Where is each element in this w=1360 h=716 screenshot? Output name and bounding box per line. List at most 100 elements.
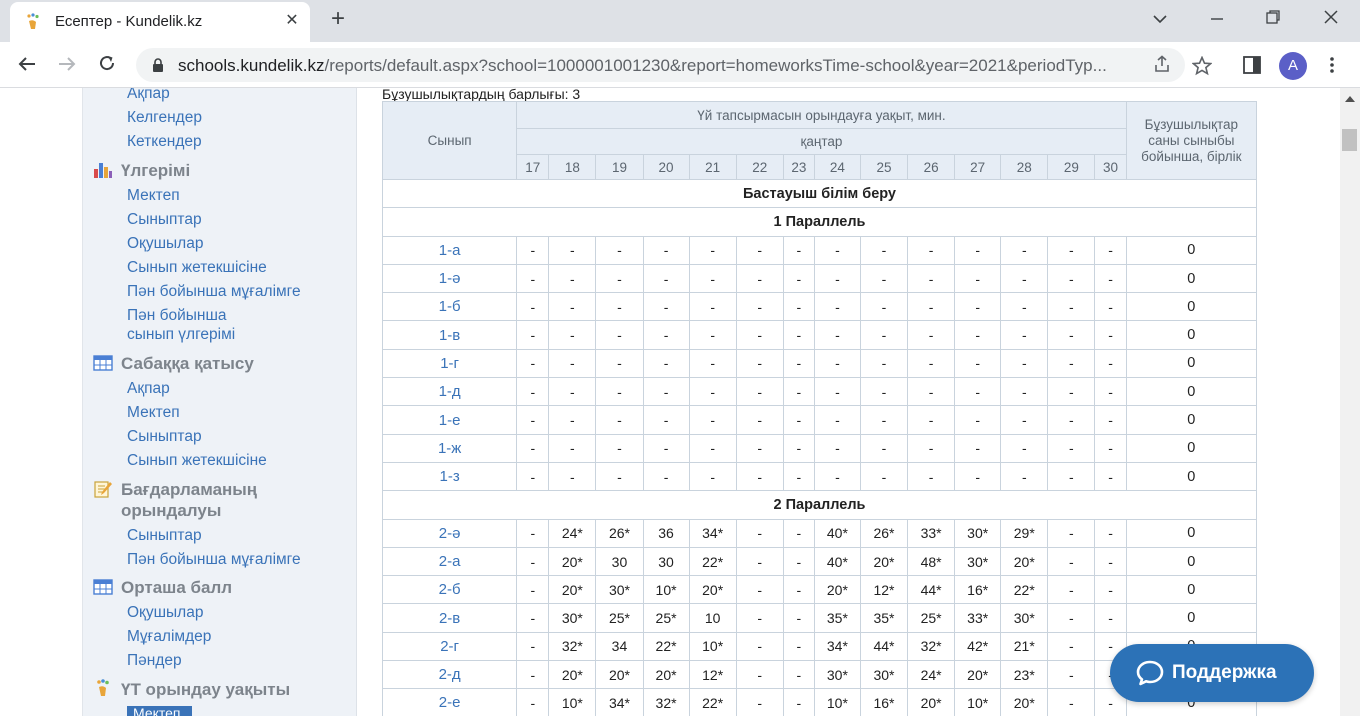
back-icon[interactable] xyxy=(13,51,41,79)
sidebar-link-avg-students[interactable]: Оқушылар xyxy=(127,603,203,623)
sidebar-link-classes[interactable]: Сыныптар xyxy=(127,210,202,230)
violations-count-cell: 0 xyxy=(1125,405,1258,435)
sidebar-link-curriculum-subject-teacher[interactable]: Пән бойынша мұғалімге xyxy=(127,550,301,570)
class-link[interactable]: 1-з xyxy=(381,461,518,492)
maximize-button[interactable] xyxy=(1253,6,1293,34)
time-cell: - xyxy=(516,631,550,662)
time-cell: - xyxy=(813,405,861,435)
class-link[interactable]: 1-ж xyxy=(381,433,518,463)
time-cell: 26* xyxy=(595,518,644,548)
tab-title: Есептер - Kundelik.kz xyxy=(55,13,203,30)
time-cell: - xyxy=(1047,235,1096,265)
class-link[interactable]: 2-г xyxy=(381,631,518,662)
tab-close-icon[interactable]: ✕ xyxy=(282,11,302,31)
sidebar-link-left[interactable]: Кеткендер xyxy=(127,132,202,152)
sidebar-link-subject-teacher[interactable]: Пән бойынша мұғалімге xyxy=(127,282,301,302)
class-link[interactable]: 2-ә xyxy=(381,518,518,548)
scroll-up-arrow-icon[interactable] xyxy=(1345,96,1355,102)
class-link[interactable]: 2-б xyxy=(381,575,518,605)
new-tab-button[interactable]: + xyxy=(326,7,350,32)
time-cell: - xyxy=(548,377,597,407)
parallel-heading: 2 Параллель xyxy=(382,490,1257,520)
scroll-thumb[interactable] xyxy=(1342,129,1357,151)
address-bar[interactable]: schools.kundelik.kz/reports/default.aspx… xyxy=(136,48,1185,82)
minimize-button[interactable] xyxy=(1197,6,1237,34)
time-cell: - xyxy=(782,660,815,690)
class-link[interactable]: 1-е xyxy=(381,405,518,435)
class-link[interactable]: 1-а xyxy=(381,235,518,265)
time-cell: - xyxy=(735,433,784,463)
time-cell: - xyxy=(954,461,1002,492)
violations-summary: Бұзушылықтардың барлығы: 3 xyxy=(382,88,581,102)
time-cell: - xyxy=(782,461,815,492)
time-cell: 10* xyxy=(954,688,1002,716)
sidebar-link-attendance-school[interactable]: Мектеп xyxy=(127,403,180,423)
time-cell: - xyxy=(859,263,909,294)
sidebar-link-avg-subjects[interactable]: Пәндер xyxy=(127,651,182,671)
sidebar-link-avg-teachers[interactable]: Мұғалімдер xyxy=(127,627,211,647)
sidebar-link-attendance-classes[interactable]: Сыныптар xyxy=(127,427,202,447)
time-cell: 29* xyxy=(1000,518,1049,548)
page-scrollbar[interactable] xyxy=(1340,88,1360,716)
support-chat-button[interactable]: Поддержка xyxy=(1110,644,1314,702)
chat-bubble-icon xyxy=(1136,660,1164,686)
time-cell: - xyxy=(642,405,690,435)
support-label: Поддержка xyxy=(1172,662,1277,683)
close-window-button[interactable] xyxy=(1311,6,1351,34)
time-cell: - xyxy=(735,575,784,605)
sidebar-link-students[interactable]: Оқушылар xyxy=(127,234,203,254)
menu-icon[interactable] xyxy=(1322,56,1342,76)
url-text[interactable]: schools.kundelik.kz/reports/default.aspx… xyxy=(178,56,1138,76)
browser-tab[interactable]: Есептер - Kundelik.kz ✕ xyxy=(10,2,310,42)
sidepanel-icon[interactable] xyxy=(1242,56,1262,76)
sidebar-link-subject-class-performance[interactable]: Пән бойынша xyxy=(127,306,227,326)
class-link[interactable]: 1-г xyxy=(381,348,518,379)
class-link[interactable]: 1-б xyxy=(381,292,518,322)
violations-count-cell: 0 xyxy=(1125,461,1258,492)
time-cell: - xyxy=(1000,348,1049,379)
time-cell: - xyxy=(516,235,550,265)
sidebar-link-subject-class-performance-line2[interactable]: сынып үлгерімі xyxy=(127,325,235,345)
time-header: Үй тапсырмасын орындауға уақыт, мин. xyxy=(516,101,1127,129)
tab-search-chevron-icon[interactable] xyxy=(1140,6,1180,34)
class-link[interactable]: 2-а xyxy=(381,546,518,577)
class-link[interactable]: 2-в xyxy=(381,603,518,633)
class-link[interactable]: 1-д xyxy=(381,377,518,407)
reload-icon[interactable] xyxy=(93,51,121,79)
time-cell: - xyxy=(516,320,550,350)
sidebar-link-homework-time-school-active[interactable]: Мектеп xyxy=(127,706,192,716)
table-row: 2-ә -24* 26* 36 34* - -40* 26* 33* 30* 29* - -0 xyxy=(381,518,1258,548)
sidebar-link-class-teacher[interactable]: Сынып жетекшісіне xyxy=(127,258,267,278)
star-icon[interactable] xyxy=(1191,55,1213,76)
time-cell: - xyxy=(859,405,909,435)
time-cell: - xyxy=(954,320,1002,350)
class-link[interactable]: 2-е xyxy=(381,688,518,716)
sidebar-link-attendance-class-teacher[interactable]: Сынып жетекшісіне xyxy=(127,451,267,471)
time-cell: - xyxy=(907,377,956,407)
sidebar-link-curriculum-classes[interactable]: Сыныптар xyxy=(127,526,202,546)
time-cell: - xyxy=(642,433,690,463)
share-icon[interactable] xyxy=(1152,55,1172,75)
month-header: қаңтар xyxy=(516,128,1127,155)
sidebar-link-attendance-info[interactable]: Ақпар xyxy=(127,379,170,399)
class-link[interactable]: 1-ә xyxy=(381,263,518,294)
class-link[interactable]: 1-в xyxy=(381,320,518,350)
sidebar-link-arrived[interactable]: Келгендер xyxy=(127,108,202,128)
sidebar-link-school[interactable]: Мектеп xyxy=(127,186,180,206)
time-cell: - xyxy=(954,433,1002,463)
time-cell: - xyxy=(595,377,644,407)
time-cell: 16* xyxy=(859,688,909,716)
sidebar-link-info[interactable]: Ақпар xyxy=(127,88,170,104)
time-cell: - xyxy=(782,263,815,294)
time-cell: 30* xyxy=(595,575,644,605)
profile-avatar[interactable]: A xyxy=(1279,52,1307,80)
time-cell: - xyxy=(1047,461,1096,492)
time-cell: - xyxy=(954,348,1002,379)
class-link[interactable]: 2-д xyxy=(381,660,518,690)
time-cell: - xyxy=(813,263,861,294)
lock-icon[interactable] xyxy=(152,57,164,73)
time-cell: - xyxy=(1094,235,1127,265)
time-cell: 30* xyxy=(548,603,597,633)
time-cell: - xyxy=(595,461,644,492)
forward-icon[interactable] xyxy=(53,51,81,79)
